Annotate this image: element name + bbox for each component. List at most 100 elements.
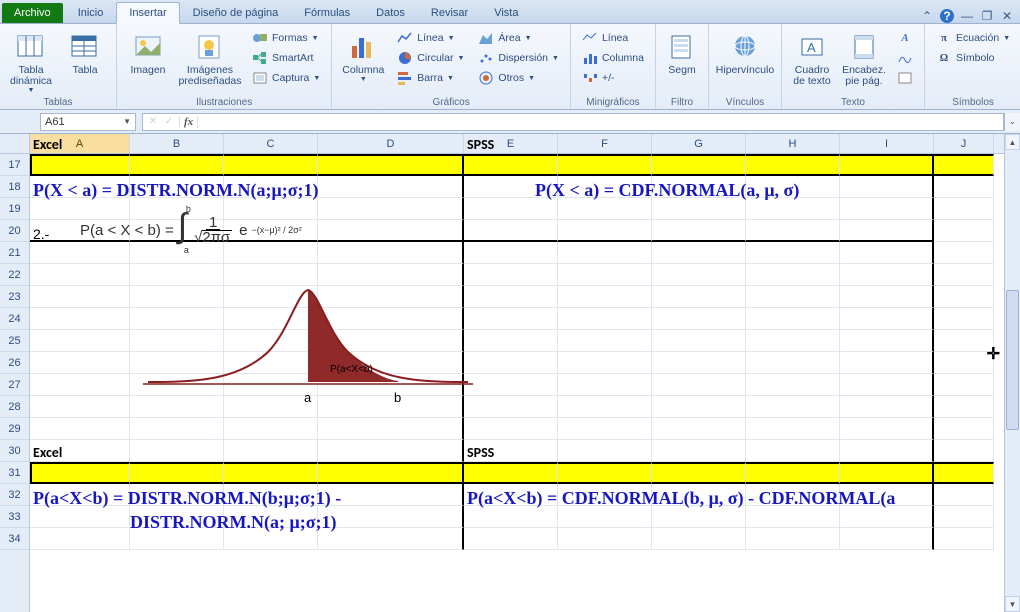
cell-J28[interactable] — [934, 396, 994, 418]
column-header-B[interactable]: B — [130, 134, 224, 153]
select-all-corner[interactable] — [0, 134, 29, 154]
cell-A24[interactable] — [30, 308, 130, 330]
image-button[interactable]: Imagen — [123, 28, 173, 77]
row-header-21[interactable]: 21 — [0, 242, 29, 264]
column-header-G[interactable]: G — [652, 134, 746, 153]
cell-C17[interactable] — [224, 154, 318, 176]
cell-H23[interactable] — [746, 286, 840, 308]
cell-B17[interactable] — [130, 154, 224, 176]
cell-I19[interactable] — [840, 198, 934, 220]
scatter-chart-button[interactable]: Dispersión ▼ — [473, 48, 564, 68]
cell-H20[interactable] — [746, 220, 840, 242]
cell-F24[interactable] — [558, 308, 652, 330]
tab-vista[interactable]: Vista — [481, 2, 531, 23]
fx-icon[interactable]: fx — [180, 116, 198, 128]
cell-G30[interactable] — [652, 440, 746, 462]
row-header-18[interactable]: 18 — [0, 176, 29, 198]
cell-D34[interactable] — [318, 528, 464, 550]
cell-I33[interactable] — [840, 506, 934, 528]
cell-G33[interactable] — [652, 506, 746, 528]
cell-I17[interactable] — [840, 154, 934, 176]
cell-F29[interactable] — [558, 418, 652, 440]
cell-J30[interactable] — [934, 440, 994, 462]
row-header-34[interactable]: 34 — [0, 528, 29, 550]
column-chart-button[interactable]: Columna▼ — [338, 28, 388, 84]
cell-A26[interactable] — [30, 352, 130, 374]
cell-B30[interactable] — [130, 440, 224, 462]
sparkline-column-button[interactable]: Columna — [577, 48, 649, 68]
cell-A17[interactable] — [30, 154, 130, 176]
name-box[interactable]: A61▼ — [40, 113, 136, 131]
cell-H26[interactable] — [746, 352, 840, 374]
cell-E22[interactable] — [464, 264, 558, 286]
cell-I31[interactable] — [840, 462, 934, 484]
row-header-28[interactable]: 28 — [0, 396, 29, 418]
row-header-23[interactable]: 23 — [0, 286, 29, 308]
cell-I29[interactable] — [840, 418, 934, 440]
smartart-button[interactable]: SmartArt — [247, 48, 325, 68]
cell-D18[interactable] — [318, 176, 464, 198]
cell-E28[interactable] — [464, 396, 558, 418]
row-header-27[interactable]: 27 — [0, 374, 29, 396]
other-chart-button[interactable]: Otros ▼ — [473, 68, 564, 88]
minimize-ribbon-icon[interactable]: ⌃ — [920, 9, 934, 23]
cell-H24[interactable] — [746, 308, 840, 330]
shapes-button[interactable]: Formas ▼ — [247, 28, 325, 48]
cell-H31[interactable] — [746, 462, 840, 484]
row-header-19[interactable]: 19 — [0, 198, 29, 220]
cell-I25[interactable] — [840, 330, 934, 352]
cell-E25[interactable] — [464, 330, 558, 352]
cell-A33[interactable] — [30, 506, 130, 528]
cell-D19[interactable] — [318, 198, 464, 220]
cell-H28[interactable] — [746, 396, 840, 418]
cell-E24[interactable] — [464, 308, 558, 330]
row-header-31[interactable]: 31 — [0, 462, 29, 484]
cell-H30[interactable] — [746, 440, 840, 462]
row-header-20[interactable]: 20 — [0, 220, 29, 242]
cell-G29[interactable] — [652, 418, 746, 440]
cell-J22[interactable] — [934, 264, 994, 286]
cell-F31[interactable] — [558, 462, 652, 484]
cell-B31[interactable] — [130, 462, 224, 484]
cell-G24[interactable] — [652, 308, 746, 330]
column-header-C[interactable]: C — [224, 134, 318, 153]
cell-H19[interactable] — [746, 198, 840, 220]
cell-E27[interactable] — [464, 374, 558, 396]
cell-A31[interactable] — [30, 462, 130, 484]
column-header-I[interactable]: I — [840, 134, 934, 153]
row-header-29[interactable]: 29 — [0, 418, 29, 440]
column-header-F[interactable]: F — [558, 134, 652, 153]
cell-E17[interactable] — [464, 154, 558, 176]
row-header-33[interactable]: 33 — [0, 506, 29, 528]
cell-C21[interactable] — [224, 242, 318, 264]
cell-F19[interactable] — [558, 198, 652, 220]
expand-formula-icon[interactable]: ⌄ — [1004, 113, 1020, 131]
cell-G17[interactable] — [652, 154, 746, 176]
cell-G22[interactable] — [652, 264, 746, 286]
cell-H29[interactable] — [746, 418, 840, 440]
area-chart-button[interactable]: Área ▼ — [473, 28, 564, 48]
cell-E34[interactable] — [464, 528, 558, 550]
column-header-D[interactable]: D — [318, 134, 464, 153]
cell-J26[interactable] — [934, 352, 994, 374]
tab-diseno[interactable]: Diseño de página — [180, 2, 292, 23]
wordart-button[interactable]: A — [892, 28, 918, 48]
window-close-icon[interactable]: ✕ — [1000, 9, 1014, 23]
cell-F17[interactable] — [558, 154, 652, 176]
cell-I22[interactable] — [840, 264, 934, 286]
window-restore-icon[interactable]: ❐ — [980, 9, 994, 23]
cell-E23[interactable] — [464, 286, 558, 308]
window-minimize-icon[interactable]: — — [960, 9, 974, 23]
cell-G34[interactable] — [652, 528, 746, 550]
cell-A34[interactable] — [30, 528, 130, 550]
table-button[interactable]: Tabla — [60, 28, 110, 77]
chevron-down-icon[interactable]: ▼ — [123, 117, 131, 126]
object-button[interactable] — [892, 68, 918, 88]
cell-C29[interactable] — [224, 418, 318, 440]
scroll-up-icon[interactable]: ▲ — [1005, 134, 1020, 150]
cell-A28[interactable] — [30, 396, 130, 418]
cell-A23[interactable] — [30, 286, 130, 308]
cell-I30[interactable] — [840, 440, 934, 462]
cell-E20[interactable] — [464, 220, 558, 242]
cell-F28[interactable] — [558, 396, 652, 418]
